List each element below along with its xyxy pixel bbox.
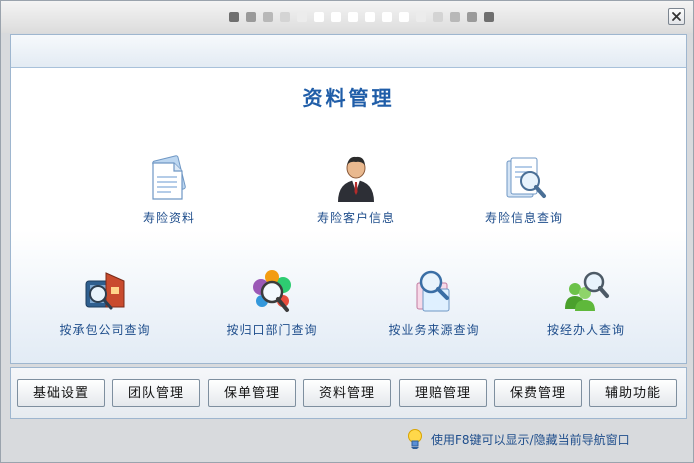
title-dot [415,12,426,22]
title-dot [279,12,290,22]
item-company-query[interactable]: 按承包公司查询 [25,267,185,338]
module-nav-bar: 基础设置 团队管理 保单管理 资料管理 理赔管理 保费管理 辅助功能 [10,367,687,419]
company-search-icon [85,272,125,310]
item-label: 按业务来源查询 [388,323,480,337]
item-label: 寿险信息查询 [484,211,563,225]
title-dot [364,12,375,22]
hint-text: 使用F8键可以显示/隐藏当前导航窗口 [431,432,630,447]
nav-button-claims[interactable]: 理赔管理 [399,379,487,407]
close-icon [672,12,681,21]
department-search-icon [253,270,291,312]
agent-search-icon [565,271,609,311]
title-bar[interactable] [1,1,693,33]
nav-button-basic-settings[interactable]: 基础设置 [17,379,105,407]
document-icon [152,155,186,200]
item-department-query[interactable]: 按归口部门查询 [192,267,352,338]
person-icon [338,156,374,202]
main-window: 资料管理 寿险资料 寿险客户信息 寿险信息查询 按承包公司查询 按归口部门查询 … [0,0,694,463]
item-label: 寿险资料 [142,211,195,225]
item-label: 按经办人查询 [546,323,625,337]
page-title: 资料管理 [302,86,395,110]
title-dot [296,12,307,22]
item-life-customer[interactable]: 寿险客户信息 [276,155,436,226]
title-decoration [151,12,571,24]
nav-button-tools[interactable]: 辅助功能 [589,379,677,407]
title-dot [313,12,324,22]
title-dot [466,12,477,22]
item-label: 寿险客户信息 [316,211,395,225]
title-dot [381,12,392,22]
item-life-query[interactable]: 寿险信息查询 [444,155,604,226]
close-button[interactable] [668,8,685,25]
hint-bar: 使用F8键可以显示/隐藏当前导航窗口 [405,427,630,451]
nav-button-team[interactable]: 团队管理 [112,379,200,407]
navigation-panel: 资料管理 寿险资料 寿险客户信息 寿险信息查询 按承包公司查询 按归口部门查询 … [10,34,687,364]
title-dot [262,12,273,22]
title-dot [228,12,239,22]
nav-button-policy[interactable]: 保单管理 [208,379,296,407]
item-label: 按承包公司查询 [59,323,151,337]
panel-header [11,35,686,68]
search-document-icon [506,157,546,198]
title-dot [449,12,460,22]
title-dot [483,12,494,22]
title-dot [330,12,341,22]
nav-button-premium[interactable]: 保费管理 [494,379,582,407]
item-label: 按归口部门查询 [226,323,318,337]
nav-button-data[interactable]: 资料管理 [303,379,391,407]
title-dot [398,12,409,22]
item-life-data[interactable]: 寿险资料 [89,155,249,226]
source-search-icon [416,270,450,312]
item-agent-query[interactable]: 按经办人查询 [506,267,666,338]
title-dot [245,12,256,22]
title-dot [347,12,358,22]
title-dot [432,12,443,22]
item-source-query[interactable]: 按业务来源查询 [354,267,514,338]
lightbulb-icon [408,429,422,449]
